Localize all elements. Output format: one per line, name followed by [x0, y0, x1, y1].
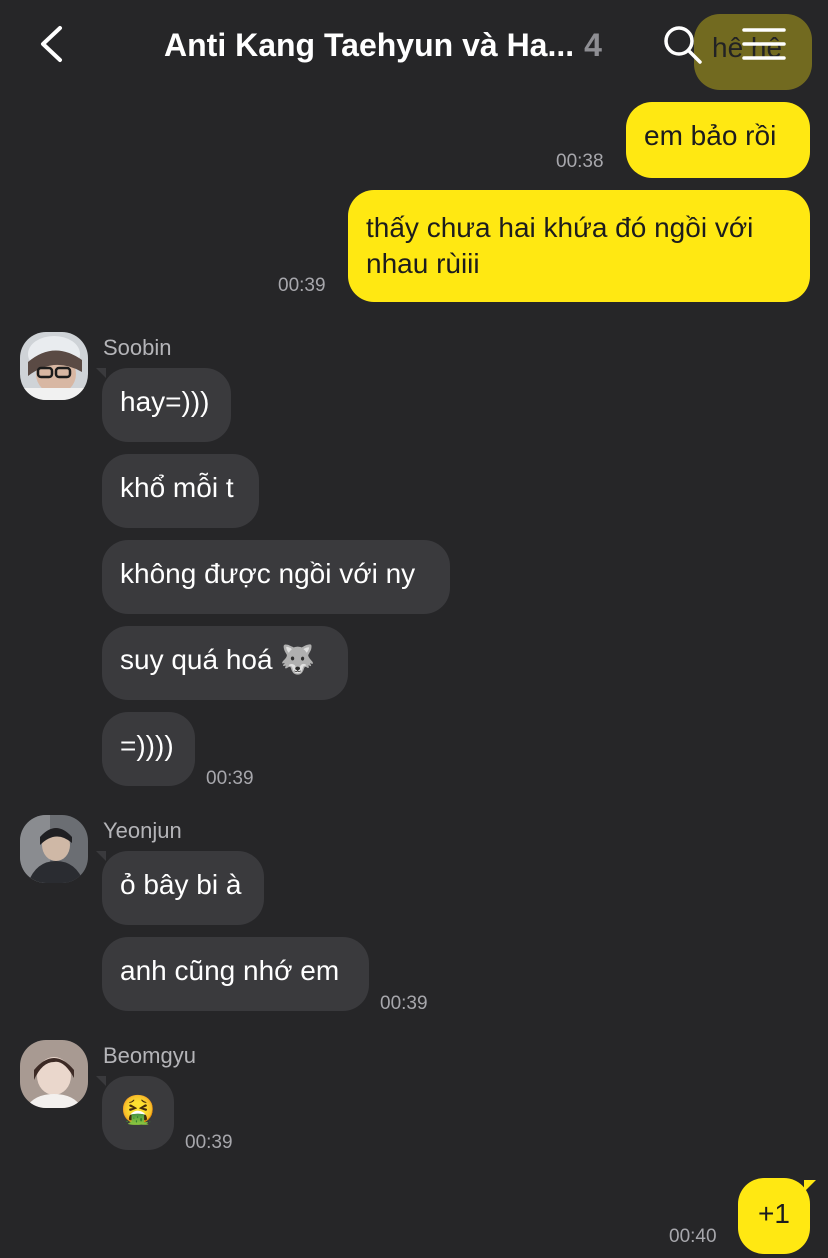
message-text: không được ngồi với ny — [120, 558, 416, 589]
avatar-soobin[interactable] — [20, 332, 88, 400]
their-message-bubble[interactable]: suy quá hoá 🐺 — [102, 626, 348, 700]
their-message-bubble[interactable]: anh cũng nhớ em — [102, 937, 369, 1011]
my-message-bubble[interactable]: +1 — [738, 1178, 810, 1254]
avatar-yeonjun[interactable] — [20, 815, 88, 883]
their-message-bubble[interactable]: 🤮 — [102, 1076, 174, 1150]
chevron-left-icon — [41, 26, 62, 62]
their-message-bubble[interactable]: không được ngồi với ny — [102, 540, 450, 614]
message-time: 00:38 — [556, 151, 604, 172]
my-message-bubble[interactable]: thấy chưa hai khứa đó ngồi với nhau rùii… — [348, 190, 810, 302]
search-icon — [664, 26, 702, 64]
chat-title: Anti Kang Taehyun và Ha... — [164, 26, 575, 63]
message-text: suy quá hoá 🐺 — [120, 644, 316, 675]
message-time: 00:40 — [669, 1226, 717, 1247]
hamburger-menu-icon — [742, 28, 786, 60]
my-message-bubble[interactable]: em bảo rồi — [626, 102, 810, 178]
bubble-tail — [804, 1180, 816, 1192]
their-message-bubble[interactable]: ỏ bây bi à — [102, 851, 264, 925]
search-button[interactable] — [660, 22, 706, 68]
message-time: 00:39 — [380, 993, 428, 1014]
member-count: 4 — [584, 26, 602, 63]
their-message-bubble[interactable]: khổ mỗi t — [102, 454, 259, 528]
chat-header: Anti Kang Taehyun và Ha... 4 — [0, 0, 828, 92]
message-text: 🤮 — [120, 1094, 156, 1125]
message-text: +1 — [758, 1198, 790, 1229]
message-text: hay=))) — [120, 386, 210, 417]
message-text: ỏ bây bi à — [120, 869, 242, 900]
bubble-tail — [96, 851, 106, 861]
sender-name: Soobin — [103, 335, 172, 360]
avatar-beomgyu[interactable] — [20, 1040, 88, 1108]
back-button[interactable] — [30, 22, 74, 66]
message-text: =)))) — [120, 730, 174, 761]
message-time: 00:39 — [206, 768, 254, 789]
message-time: 00:39 — [185, 1132, 233, 1153]
menu-button[interactable] — [740, 24, 788, 64]
message-text: anh cũng nhớ em — [120, 955, 340, 986]
message-text: thấy chưa hai khứa đó ngồi với nhau rùii… — [366, 212, 754, 279]
message-text: khổ mỗi t — [120, 472, 234, 503]
sender-name: Yeonjun — [103, 818, 182, 843]
bubble-tail — [96, 368, 106, 378]
sender-name: Beomgyu — [103, 1043, 196, 1068]
bubble-tail — [96, 1076, 106, 1086]
their-message-bubble[interactable]: hay=))) — [102, 368, 231, 442]
their-message-bubble[interactable]: =)))) — [102, 712, 195, 786]
message-time: 00:39 — [278, 275, 326, 296]
message-text: em bảo rồi — [644, 120, 777, 151]
chat-title-area[interactable]: Anti Kang Taehyun và Ha... 4 — [164, 22, 624, 68]
